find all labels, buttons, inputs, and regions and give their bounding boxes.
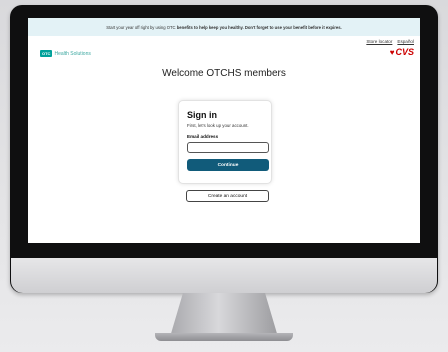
page-title: Welcome OTCHS members: [162, 68, 286, 79]
utility-links: Store locator Español: [366, 39, 414, 44]
imac-stand-base: [155, 333, 293, 341]
imac-chin: [11, 258, 437, 293]
signin-card: Sign in First, let's look up your accoun…: [178, 100, 272, 184]
cvs-logo-text: CVS: [395, 47, 414, 57]
banner-text: Start your year off right by using OTC: [106, 24, 176, 30]
banner-bold-text: benefits to help keep you healthy. Don't…: [176, 24, 342, 30]
cvs-logo[interactable]: ♥ CVS: [390, 47, 414, 57]
continue-button[interactable]: Continue: [187, 159, 269, 171]
otc-logo-text: Health Solutions: [54, 50, 91, 57]
signin-subtitle: First, let's look up your account.: [187, 123, 249, 128]
signin-title: Sign in: [187, 110, 217, 120]
email-label: Email address: [187, 134, 219, 139]
otc-logo-box: OTC: [40, 50, 53, 57]
promo-banner: Start your year off right by using OTC b…: [28, 18, 420, 36]
imac-stand: [170, 293, 278, 337]
otc-logo[interactable]: OTC Health Solutions: [40, 50, 91, 57]
store-locator-link[interactable]: Store locator: [366, 39, 392, 44]
heart-icon: ♥: [389, 47, 395, 57]
email-field[interactable]: [187, 142, 269, 153]
screen: Start your year off right by using OTC b…: [28, 18, 420, 243]
espanol-link[interactable]: Español: [397, 39, 414, 44]
create-account-button[interactable]: Create an account: [186, 190, 269, 202]
